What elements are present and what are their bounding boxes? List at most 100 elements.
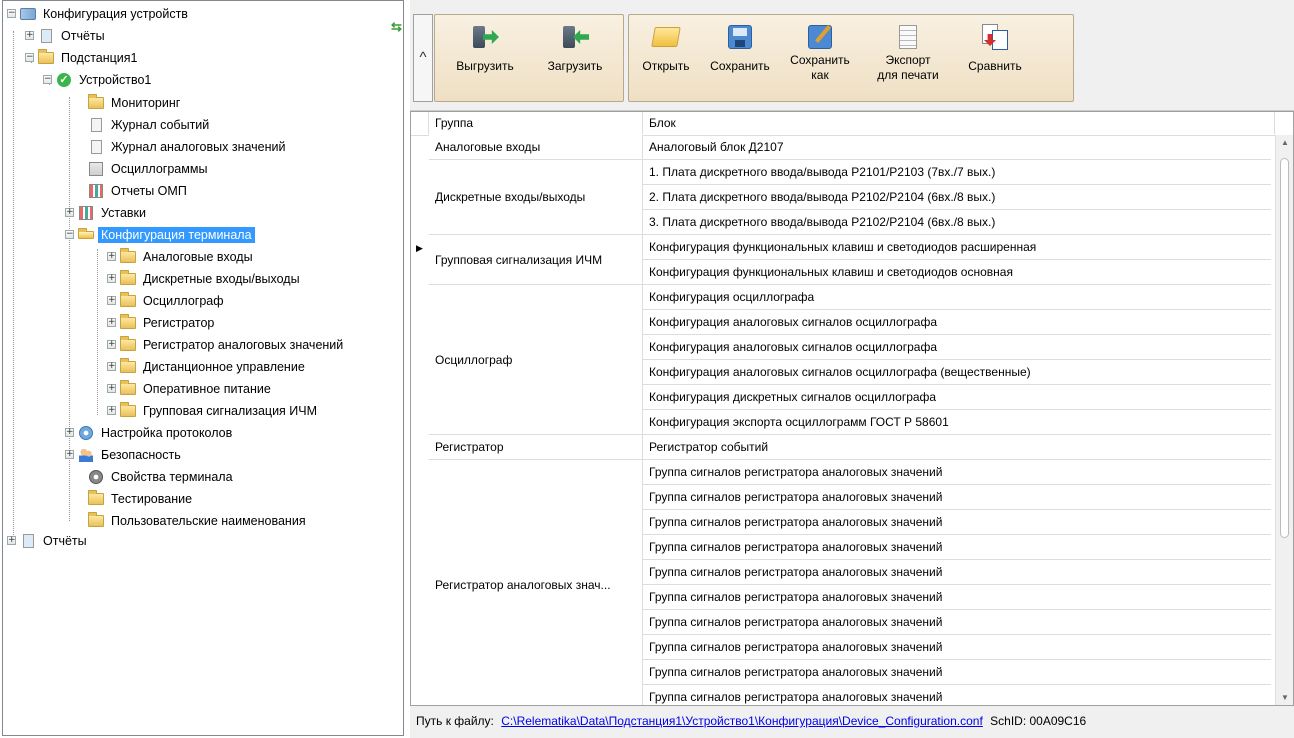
tree-node-reports-root[interactable]: + Отчёты bbox=[7, 530, 90, 551]
tree-node-analog-log[interactable]: Журнал аналоговых значений bbox=[87, 136, 289, 157]
tree-node-user-names[interactable]: Пользовательские наименования bbox=[87, 510, 309, 531]
column-header-group[interactable]: Группа bbox=[429, 112, 643, 134]
group-cell[interactable]: Групповая сигнализация ИЧМ bbox=[429, 235, 643, 285]
tree-node-registrator[interactable]: + Регистратор bbox=[107, 312, 217, 333]
expand-toggle[interactable]: + bbox=[107, 406, 116, 415]
schid-value: SchID: 00A09C16 bbox=[990, 714, 1087, 728]
tree-node-power[interactable]: + Оперативное питание bbox=[107, 378, 274, 399]
block-cell[interactable]: Группа сигналов регистратора аналоговых … bbox=[643, 660, 1271, 685]
swap-arrows-icon[interactable]: ⇆ bbox=[391, 19, 402, 35]
block-cell[interactable]: Конфигурация аналоговых сигналов осцилло… bbox=[643, 335, 1271, 360]
block-cell[interactable]: Регистратор событий bbox=[643, 435, 1271, 460]
block-cell[interactable]: Группа сигналов регистратора аналоговых … bbox=[643, 485, 1271, 510]
expand-toggle[interactable]: + bbox=[107, 274, 116, 283]
block-cell[interactable]: Группа сигналов регистратора аналоговых … bbox=[643, 535, 1271, 560]
block-cell[interactable]: Группа сигналов регистратора аналоговых … bbox=[643, 585, 1271, 610]
block-cell[interactable]: 1. Плата дискретного ввода/вывода Р2101/… bbox=[643, 160, 1271, 185]
expand-toggle[interactable]: + bbox=[107, 362, 116, 371]
block-cell[interactable]: Группа сигналов регистратора аналоговых … bbox=[643, 635, 1271, 660]
block-cell[interactable]: Группа сигналов регистратора аналоговых … bbox=[643, 560, 1271, 585]
collapse-toggle[interactable]: − bbox=[25, 53, 34, 62]
tree-node-terminal-props[interactable]: Свойства терминала bbox=[87, 466, 236, 487]
config-icon bbox=[77, 227, 95, 242]
compare-button[interactable]: Сравнить bbox=[959, 21, 1031, 95]
tree-node-monitoring[interactable]: Мониторинг bbox=[87, 92, 183, 113]
tree-node-omp-reports[interactable]: Отчеты ОМП bbox=[87, 180, 190, 201]
file-path-link[interactable]: C:\Relematika\Data\Подстанция1\Устройств… bbox=[501, 714, 983, 728]
group-cell[interactable]: Осциллограф bbox=[429, 285, 643, 435]
expand-toggle[interactable]: + bbox=[65, 428, 74, 437]
tree-node-terminal-config[interactable]: − Конфигурация терминала bbox=[65, 224, 255, 245]
collapse-toggle[interactable]: − bbox=[7, 9, 16, 18]
block-cell[interactable]: Группа сигналов регистратора аналоговых … bbox=[643, 510, 1271, 535]
column-header-block[interactable]: Блок bbox=[643, 112, 1275, 134]
tree-node-discrete-io[interactable]: + Дискретные входы/выходы bbox=[107, 268, 303, 289]
tree-node-substation[interactable]: − Подстанция1 bbox=[25, 47, 141, 68]
gear-icon bbox=[77, 425, 95, 440]
tree-node-device[interactable]: − ✓ Устройство1 bbox=[43, 69, 154, 90]
expand-toggle[interactable]: + bbox=[107, 340, 116, 349]
block-cell[interactable]: Группа сигналов регистратора аналоговых … bbox=[643, 460, 1271, 485]
block-cell[interactable]: Конфигурация функциональных клавиш и све… bbox=[643, 235, 1271, 260]
save-button[interactable]: Сохранить bbox=[703, 21, 777, 95]
collapse-toggle[interactable]: − bbox=[65, 230, 74, 239]
block-cell[interactable]: Группа сигналов регистратора аналоговых … bbox=[643, 685, 1271, 705]
expand-toggle[interactable]: + bbox=[107, 384, 116, 393]
block-cell[interactable]: Конфигурация экспорта осциллограмм ГОСТ … bbox=[643, 410, 1271, 435]
scroll-down-icon[interactable]: ▼ bbox=[1281, 693, 1289, 702]
expand-toggle[interactable]: + bbox=[107, 318, 116, 327]
block-cell[interactable]: Группа сигналов регистратора аналоговых … bbox=[643, 610, 1271, 635]
tree-node-analog-registrator[interactable]: + Регистратор аналоговых значений bbox=[107, 334, 346, 355]
block-cell[interactable]: 2. Плата дискретного ввода/вывода Р2102/… bbox=[643, 185, 1271, 210]
tree-node-oscillograms[interactable]: Осциллограммы bbox=[87, 158, 210, 179]
row-selector-column[interactable] bbox=[411, 135, 430, 705]
tree-node-analog-inputs[interactable]: + Аналоговые входы bbox=[107, 246, 256, 267]
open-folder-icon bbox=[650, 21, 682, 53]
tree-node-group-signal[interactable]: + Групповая сигнализация ИЧМ bbox=[107, 400, 320, 421]
group-cell[interactable]: Регистратор bbox=[429, 435, 643, 460]
expand-toggle[interactable]: + bbox=[7, 536, 16, 545]
tree-node-root[interactable]: − Конфигурация устройств bbox=[7, 3, 191, 24]
tree-node-reports[interactable]: + Отчёты bbox=[25, 25, 108, 46]
folder-icon bbox=[119, 269, 137, 286]
block-cell[interactable]: Конфигурация аналоговых сигналов осцилло… bbox=[643, 310, 1271, 335]
reports-icon bbox=[37, 28, 55, 43]
group-cell[interactable]: Дискретные входы/выходы bbox=[429, 160, 643, 235]
expand-toggle[interactable]: + bbox=[107, 296, 116, 305]
expand-toggle[interactable]: + bbox=[107, 252, 116, 261]
tree-node-remote-control[interactable]: + Дистанционное управление bbox=[107, 356, 308, 377]
tree-node-oscillograph[interactable]: + Осциллограф bbox=[107, 290, 227, 311]
tree-node-testing[interactable]: Тестирование bbox=[87, 488, 195, 509]
scroll-up-icon[interactable]: ▲ bbox=[1281, 138, 1289, 147]
gear-icon bbox=[87, 469, 105, 484]
export-button[interactable]: Выгрузить bbox=[443, 21, 527, 95]
tree-node-settings[interactable]: + Уставки bbox=[65, 202, 149, 223]
block-cell[interactable]: 3. Плата дискретного ввода/вывода Р2102/… bbox=[643, 210, 1271, 235]
tree-label: Дискретные входы/выходы bbox=[143, 271, 300, 286]
tree-node-event-log[interactable]: Журнал событий bbox=[87, 114, 212, 135]
import-label: Загрузить bbox=[547, 59, 603, 73]
expand-toggle[interactable]: + bbox=[65, 450, 74, 459]
config-grid[interactable]: Группа Блок ▶ Аналоговые входы Дискретны… bbox=[410, 111, 1294, 706]
block-cell[interactable]: Аналоговый блок Д2107 bbox=[643, 135, 1271, 160]
group-cell[interactable]: Аналоговые входы bbox=[429, 135, 643, 160]
collapse-toggle[interactable]: − bbox=[43, 75, 52, 84]
group-cell[interactable]: Регистратор аналоговых знач... bbox=[429, 460, 643, 705]
block-cell[interactable]: Конфигурация аналоговых сигналов осцилло… bbox=[643, 360, 1271, 385]
collapse-toolbar-button[interactable]: ^ bbox=[413, 14, 433, 102]
expand-toggle[interactable]: + bbox=[65, 208, 74, 217]
folder-icon bbox=[119, 379, 137, 396]
block-cell[interactable]: Конфигурация осциллографа bbox=[643, 285, 1271, 310]
import-button[interactable]: Загрузить bbox=[533, 21, 617, 95]
device-tree[interactable]: − Конфигурация устройств + Отчёты − Подс… bbox=[2, 0, 404, 736]
block-cell[interactable]: Конфигурация дискретных сигналов осцилло… bbox=[643, 385, 1271, 410]
expand-toggle[interactable]: + bbox=[25, 31, 34, 40]
block-cell[interactable]: Конфигурация функциональных клавиш и све… bbox=[643, 260, 1271, 285]
export-print-button[interactable]: Экспорт для печати bbox=[863, 21, 953, 95]
tree-node-security[interactable]: + Безопасность bbox=[65, 444, 184, 465]
tree-node-protocols[interactable]: + Настройка протоколов bbox=[65, 422, 235, 443]
open-button[interactable]: Открыть bbox=[635, 21, 697, 95]
scrollbar-thumb[interactable] bbox=[1280, 158, 1289, 538]
vertical-scrollbar[interactable]: ▲ ▼ bbox=[1275, 135, 1293, 705]
save-as-button[interactable]: Сохранить как bbox=[783, 21, 857, 95]
